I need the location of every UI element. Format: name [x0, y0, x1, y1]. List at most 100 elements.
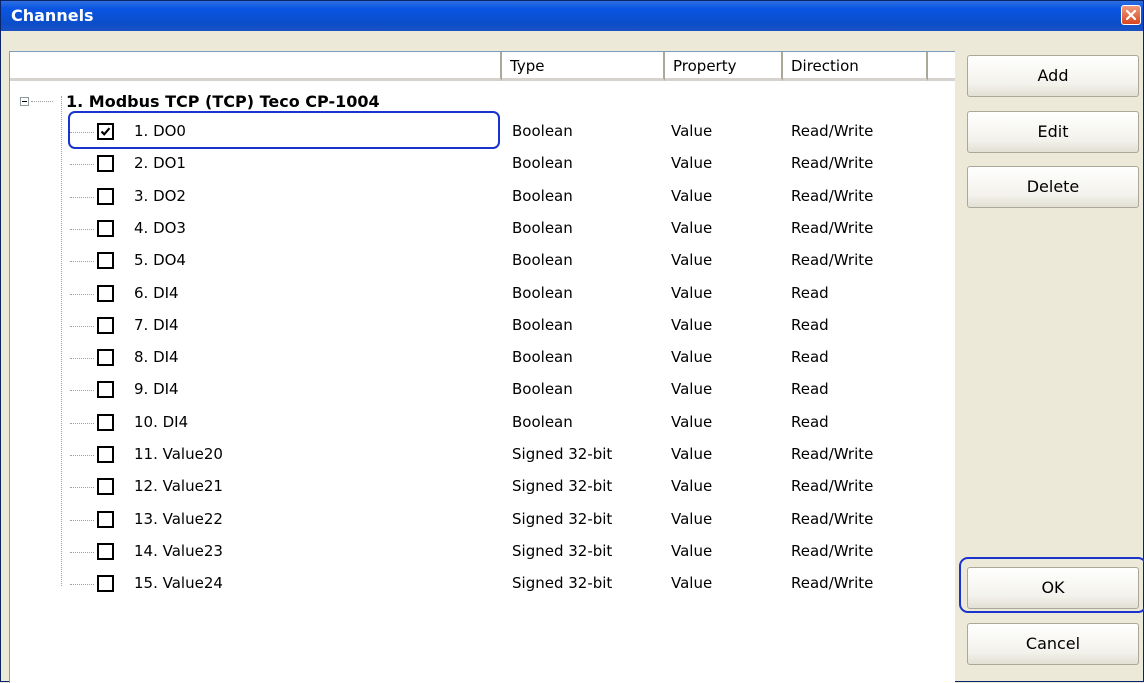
channel-row[interactable]: 2. DO1 Boolean Value Read/Write [10, 148, 955, 180]
channels-dialog: Channels Type Property Direction 1. Modb… [0, 0, 1144, 683]
column-header-direction[interactable]: Direction [783, 52, 928, 81]
channel-type: Boolean [512, 154, 573, 173]
channel-name: 9. DI4 [134, 380, 179, 399]
tree-connector [70, 487, 94, 489]
channel-row[interactable]: 7. DI4 Boolean Value Read [10, 310, 955, 342]
column-header-type[interactable]: Type [502, 52, 665, 81]
channel-row[interactable]: 9. DI4 Boolean Value Read [10, 374, 955, 406]
close-button[interactable] [1121, 5, 1141, 25]
channel-name: 15. Value24 [134, 574, 223, 593]
channel-property: Value [671, 348, 713, 367]
channel-row[interactable]: 4. DO3 Boolean Value Read/Write [10, 213, 955, 245]
tree-connector [70, 325, 94, 327]
channel-direction: Read/Write [791, 445, 874, 463]
tree-connector [70, 519, 94, 521]
channel-checkbox[interactable] [97, 542, 114, 560]
channel-checkbox[interactable] [97, 413, 114, 431]
edit-button[interactable]: Edit [967, 111, 1139, 153]
channel-checkbox[interactable] [97, 446, 114, 463]
channel-row[interactable]: 5. DO4 Boolean Value Read/Write [10, 245, 955, 277]
channel-direction: Read [791, 315, 829, 334]
channel-name: 11. Value20 [134, 445, 223, 463]
channel-type: Signed 32-bit [512, 541, 613, 560]
minus-expander-icon[interactable] [20, 97, 29, 106]
channel-property: Value [671, 445, 713, 463]
channel-checkbox[interactable] [97, 575, 114, 593]
add-button[interactable]: Add [967, 55, 1139, 97]
channel-direction: Read [791, 380, 829, 399]
channel-direction: Read/Write [791, 251, 874, 270]
channel-direction: Read/Write [791, 122, 874, 140]
channel-name: 14. Value23 [134, 541, 223, 560]
channel-row[interactable]: 15. Value24 Signed 32-bit Value Read/Write [10, 568, 955, 600]
tree-connector [70, 422, 94, 424]
channel-type: Boolean [512, 348, 573, 367]
column-header-name[interactable] [10, 52, 502, 81]
title-bar[interactable]: Channels [1, 1, 1143, 31]
delete-button[interactable]: Delete [967, 166, 1139, 208]
channel-checkbox[interactable] [97, 252, 114, 270]
channel-direction: Read [791, 412, 829, 431]
channel-type: Boolean [512, 283, 573, 302]
channel-property: Value [671, 541, 713, 560]
cancel-button[interactable]: Cancel [967, 623, 1139, 665]
channel-type: Boolean [512, 218, 573, 237]
channel-property: Value [671, 186, 713, 205]
channel-checkbox[interactable] [97, 219, 114, 237]
channel-direction: Read/Write [791, 541, 874, 560]
channel-row[interactable]: 14. Value23 Signed 32-bit Value Read/Write [10, 536, 955, 568]
checkmark-icon [100, 127, 111, 136]
channel-row[interactable]: 13. Value22 Signed 32-bit Value Read/Write [10, 504, 955, 536]
channel-row[interactable]: 8. DI4 Boolean Value Read [10, 342, 955, 374]
channel-name: 12. Value21 [134, 477, 223, 496]
channel-row[interactable]: 3. DO2 Boolean Value Read/Write [10, 181, 955, 213]
tree-connector [31, 101, 53, 102]
channel-type: Boolean [512, 186, 573, 205]
channel-checkbox[interactable] [97, 284, 114, 302]
channel-property: Value [671, 283, 713, 302]
tree-vertical-line [61, 96, 62, 586]
channel-property: Value [671, 412, 713, 431]
tree-connector [70, 164, 94, 166]
tree-connector [70, 228, 94, 230]
column-header-property[interactable]: Property [665, 52, 783, 81]
channel-checkbox[interactable] [97, 316, 114, 334]
tree-connector [70, 390, 94, 392]
group-row[interactable]: 1. Modbus TCP (TCP) Teco CP-1004 [10, 84, 955, 116]
channel-type: Signed 32-bit [512, 509, 613, 528]
channel-checkbox[interactable] [97, 349, 114, 367]
list-header: Type Property Direction [10, 52, 955, 82]
channel-property: Value [671, 380, 713, 399]
channel-property: Value [671, 154, 713, 173]
channel-row[interactable]: 11. Value20 Signed 32-bit Value Read/Write [10, 439, 955, 471]
tree-connector [70, 261, 94, 263]
channel-direction: Read/Write [791, 574, 874, 593]
ok-button[interactable]: OK [967, 567, 1139, 609]
channel-direction: Read/Write [791, 154, 874, 173]
channel-checkbox[interactable] [97, 381, 114, 399]
channel-checkbox[interactable] [97, 155, 114, 173]
channel-property: Value [671, 218, 713, 237]
channel-property: Value [671, 574, 713, 593]
channel-row[interactable]: 10. DI4 Boolean Value Read [10, 407, 955, 439]
channel-property: Value [671, 251, 713, 270]
channel-name: 1. DO0 [134, 122, 186, 140]
tree-connector [70, 584, 94, 586]
channel-property: Value [671, 122, 713, 140]
tree-connector [70, 358, 94, 360]
channel-checkbox[interactable] [97, 187, 114, 205]
channel-checkbox[interactable] [97, 478, 114, 496]
channel-list[interactable]: Type Property Direction 1. Modbus TCP (T… [9, 51, 955, 683]
channel-direction: Read [791, 348, 829, 367]
channel-row[interactable]: 1. DO0 Boolean Value Read/Write [10, 116, 955, 148]
tree-connector [70, 455, 94, 456]
channel-checkbox[interactable] [97, 123, 114, 140]
group-label: 1. Modbus TCP (TCP) Teco CP-1004 [66, 92, 380, 111]
channel-row[interactable]: 12. Value21 Signed 32-bit Value Read/Write [10, 471, 955, 503]
channel-checkbox[interactable] [97, 510, 114, 528]
channel-row[interactable]: 6. DI4 Boolean Value Read [10, 278, 955, 310]
tree-connector [70, 196, 94, 198]
channel-name: 8. DI4 [134, 348, 179, 367]
channel-type: Signed 32-bit [512, 445, 613, 463]
channel-direction: Read/Write [791, 218, 874, 237]
